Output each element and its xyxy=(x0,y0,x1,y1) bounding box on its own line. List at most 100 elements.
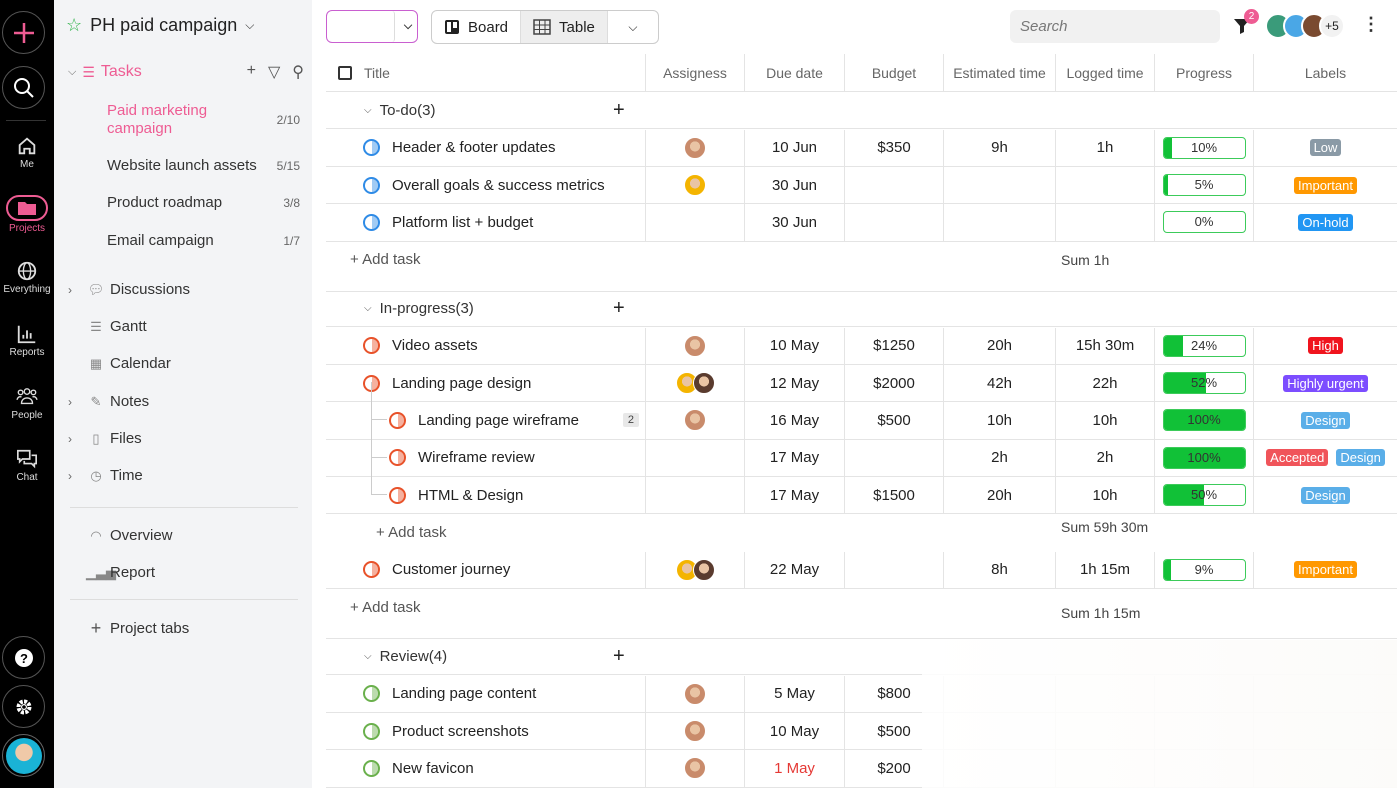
chevron-down-icon[interactable]: ⌵ xyxy=(245,18,254,33)
task-row[interactable]: Landing page design 12 May $2000 42h 22h 52% H… xyxy=(326,364,1397,403)
help-icon[interactable]: ? xyxy=(2,636,45,679)
assignees-cell[interactable] xyxy=(646,477,745,514)
progress-bar[interactable]: 10% xyxy=(1162,136,1246,159)
labels-cell[interactable]: Low xyxy=(1254,130,1397,166)
estimated-time-cell[interactable]: 2h xyxy=(944,439,1056,477)
task-title[interactable]: Overall goals & success metrics xyxy=(392,177,605,194)
task-title-cell[interactable]: Overall goals & success metrics xyxy=(326,166,646,204)
status-icon[interactable] xyxy=(363,139,380,157)
label-tag[interactable]: Important xyxy=(1294,561,1357,579)
labels-cell[interactable]: Important xyxy=(1254,552,1397,588)
due-date-cell[interactable]: 30 Jun xyxy=(745,166,845,204)
status-icon[interactable] xyxy=(363,759,380,777)
progress-cell[interactable]: 50% xyxy=(1155,477,1254,514)
nav-discussions[interactable]: › 💬︎ Discussions xyxy=(68,281,190,298)
tasklist-item[interactable]: Product roadmap 3/8 xyxy=(107,194,300,211)
estimated-time-cell[interactable]: 8h xyxy=(944,551,1056,588)
nav-calendar[interactable]: ▦ Calendar xyxy=(68,355,171,372)
assignee-avatar[interactable] xyxy=(692,372,715,395)
task-title[interactable]: Customer journey xyxy=(392,561,510,578)
progress-cell[interactable]: 5% xyxy=(1155,166,1254,204)
label-tag[interactable]: Design xyxy=(1301,411,1350,429)
assignee-avatar[interactable] xyxy=(684,682,706,705)
tasklist-item[interactable]: Email campaign 1/7 xyxy=(107,232,300,249)
assignees-cell[interactable] xyxy=(646,364,745,402)
nav-time[interactable]: › ◷ Time xyxy=(68,467,143,484)
status-icon[interactable] xyxy=(363,561,380,579)
assignees-cell[interactable] xyxy=(646,551,745,588)
due-date-cell[interactable]: 10 May xyxy=(745,327,845,364)
budget-cell[interactable]: $350 xyxy=(845,129,944,166)
nav-report[interactable]: ▁▃▅ Report xyxy=(68,564,155,581)
group-header[interactable]: ⌵ To-do(3) + xyxy=(326,92,1397,130)
nav-overview[interactable]: ◠ Overview xyxy=(68,527,172,544)
due-date-cell[interactable]: 16 May xyxy=(745,402,845,439)
progress-cell[interactable]: 100% xyxy=(1155,439,1254,477)
chevron-down-icon[interactable]: ⌵ xyxy=(399,20,417,33)
rail-item-me[interactable]: Me xyxy=(0,135,54,170)
gear-icon[interactable] xyxy=(2,685,45,728)
more-members[interactable]: +5 xyxy=(1319,13,1345,39)
task-title-cell[interactable]: Product screenshots xyxy=(326,712,646,750)
filter-icon[interactable]: ▽ xyxy=(268,62,280,82)
search-icon[interactable]: ⚲ xyxy=(292,62,304,82)
nav-gantt[interactable]: ☰ Gantt xyxy=(68,318,147,335)
labels-cell[interactable]: Design xyxy=(1254,402,1397,438)
assignees-cell[interactable] xyxy=(646,712,745,750)
rail-item-people[interactable]: People xyxy=(0,386,54,421)
chevron-down-icon[interactable]: ⌵ xyxy=(68,66,76,79)
task-title-cell[interactable]: Platform list + budget xyxy=(326,204,646,241)
task-title-cell[interactable]: Header & footer updates xyxy=(326,129,646,166)
task-row[interactable]: Landing page wireframe 2 16 May $500 10h 10h 1… xyxy=(326,382,1397,440)
logged-time-cell[interactable] xyxy=(1056,204,1155,241)
due-date-cell[interactable]: 10 May xyxy=(745,712,845,750)
task-title[interactable]: Wireframe review xyxy=(418,449,535,466)
task-title[interactable]: Header & footer updates xyxy=(392,139,555,156)
status-icon[interactable] xyxy=(363,722,380,740)
labels-cell[interactable]: Accepted Design xyxy=(1254,440,1397,476)
budget-cell[interactable]: $2000 xyxy=(845,364,944,402)
progress-cell[interactable]: 10% xyxy=(1155,129,1254,166)
due-date-cell[interactable]: 10 Jun xyxy=(745,129,845,166)
comment-count-badge[interactable]: 2 xyxy=(622,413,639,428)
chevron-right-icon[interactable]: › xyxy=(68,432,86,446)
task-title-cell[interactable]: Video assets xyxy=(326,327,646,364)
estimated-time-cell[interactable]: 20h xyxy=(944,327,1056,364)
progress-bar[interactable]: 24% xyxy=(1162,334,1246,357)
budget-cell[interactable] xyxy=(845,439,944,477)
due-date-cell[interactable]: 17 May xyxy=(745,439,845,477)
status-icon[interactable] xyxy=(363,685,380,703)
star-icon[interactable]: ☆ xyxy=(66,15,82,36)
due-date-cell[interactable]: 17 May xyxy=(745,477,845,514)
status-icon[interactable] xyxy=(363,213,380,231)
task-row[interactable]: Video assets 10 May $1250 20h 15h 30m 24% High xyxy=(326,327,1397,365)
add-icon[interactable] xyxy=(2,11,45,54)
logged-time-cell[interactable]: 10h xyxy=(1056,477,1155,514)
assignees-cell[interactable] xyxy=(646,675,745,712)
chevron-right-icon[interactable]: › xyxy=(68,283,86,297)
estimated-time-cell[interactable] xyxy=(944,166,1056,204)
project-title[interactable]: ☆ PH paid campaign ⌵ xyxy=(66,15,254,36)
budget-cell[interactable]: $1500 xyxy=(845,477,944,514)
task-title[interactable]: Platform list + budget xyxy=(392,214,533,231)
estimated-time-cell[interactable]: 20h xyxy=(944,477,1056,514)
status-icon[interactable] xyxy=(389,411,406,429)
board-view-button[interactable]: Board xyxy=(432,11,520,43)
assignees-cell[interactable] xyxy=(646,129,745,166)
logged-time-cell[interactable]: 22h xyxy=(1056,364,1155,402)
assignee-avatar[interactable] xyxy=(684,334,706,357)
progress-bar[interactable]: 52% xyxy=(1162,372,1246,395)
chevron-down-icon[interactable]: ⌵ xyxy=(608,20,658,35)
logged-time-cell[interactable] xyxy=(1056,166,1155,204)
progress-cell[interactable]: 24% xyxy=(1155,327,1254,364)
due-date-cell[interactable]: 30 Jun xyxy=(745,204,845,241)
task-title[interactable]: New favicon xyxy=(392,760,474,777)
label-tag[interactable]: Highly urgent xyxy=(1283,374,1368,392)
chevron-right-icon[interactable]: › xyxy=(68,395,86,409)
budget-cell[interactable]: $1250 xyxy=(845,327,944,364)
rail-item-everything[interactable]: Everything xyxy=(0,260,54,295)
status-icon[interactable] xyxy=(363,337,380,355)
status-icon[interactable] xyxy=(389,449,406,467)
assignee-avatar[interactable] xyxy=(684,757,706,780)
add-task-icon[interactable]: + xyxy=(613,297,625,320)
